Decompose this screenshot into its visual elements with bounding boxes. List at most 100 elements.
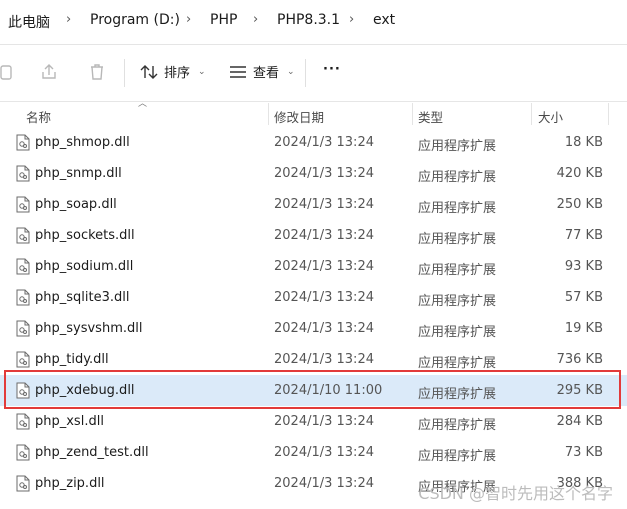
breadcrumb-php831[interactable]: PHP8.3.1	[277, 12, 340, 28]
chevron-down-icon: ⌄	[198, 66, 206, 77]
column-type[interactable]: 类型	[418, 107, 443, 126]
view-icon	[230, 65, 246, 78]
file-row[interactable]: php_xdebug.dll 2024/1/10 11:00 应用程序扩展 295 K…	[0, 375, 627, 406]
file-size: 736 KB	[556, 352, 603, 367]
file-type: 应用程序扩展	[418, 356, 497, 371]
sort-icon	[140, 64, 158, 79]
file-type: 应用程序扩展	[418, 294, 497, 309]
dll-file-icon	[16, 444, 30, 465]
column-size[interactable]: 大小	[538, 107, 563, 126]
copy-icon[interactable]	[0, 63, 14, 85]
file-type: 应用程序扩展	[418, 263, 497, 278]
watermark: CSDN @智时先用这个名字	[418, 484, 613, 503]
column-divider[interactable]	[608, 103, 609, 125]
file-size: 295 KB	[556, 383, 603, 398]
dll-file-icon	[16, 134, 30, 155]
file-row[interactable]: php_tidy.dll 2024/1/3 13:24 应用程序扩展 736 KB	[0, 344, 627, 375]
file-size: 77 KB	[564, 228, 603, 243]
file-name: php_zend_test.dll	[35, 445, 149, 460]
view-button[interactable]: 查看 ⌄	[229, 62, 295, 81]
file-type: 应用程序扩展	[418, 232, 497, 247]
file-name: php_sysvshm.dll	[35, 321, 143, 336]
file-date: 2024/1/3 13:24	[274, 197, 374, 212]
dll-file-icon	[16, 351, 30, 372]
column-divider[interactable]	[412, 103, 413, 125]
dll-file-icon	[16, 289, 30, 310]
file-date: 2024/1/3 13:24	[274, 414, 374, 429]
file-size: 73 KB	[564, 445, 603, 460]
file-size: 19 KB	[564, 321, 603, 336]
toolbar-divider	[124, 59, 125, 87]
share-icon[interactable]	[40, 63, 58, 85]
file-row[interactable]: php_zend_test.dll 2024/1/3 13:24 应用程序扩展 73 …	[0, 437, 627, 468]
dll-file-icon	[16, 475, 30, 496]
chevron-right-icon: ›	[349, 12, 355, 27]
file-date: 2024/1/3 13:24	[274, 259, 374, 274]
breadcrumb-ext[interactable]: ext	[373, 12, 395, 28]
breadcrumb-php[interactable]: PHP	[210, 12, 237, 28]
chevron-right-icon: ›	[186, 12, 192, 27]
dll-file-icon	[16, 382, 30, 403]
column-header: 名称 修改日期 类型 大小	[0, 101, 627, 127]
file-name: php_soap.dll	[35, 197, 117, 212]
file-type: 应用程序扩展	[418, 418, 497, 433]
file-date: 2024/1/3 13:24	[274, 445, 374, 460]
column-divider[interactable]	[268, 103, 269, 125]
dll-file-icon	[16, 227, 30, 248]
file-row[interactable]: php_sqlite3.dll 2024/1/3 13:24 应用程序扩展 57 KB	[0, 282, 627, 313]
file-type: 应用程序扩展	[418, 325, 497, 340]
file-list: php_shmop.dll 2024/1/3 13:24 应用程序扩展 18 KB ph…	[0, 127, 627, 499]
chevron-right-icon: ›	[253, 12, 259, 27]
chevron-down-icon: ⌄	[287, 66, 295, 77]
file-name: php_shmop.dll	[35, 135, 130, 150]
file-type: 应用程序扩展	[418, 449, 497, 464]
file-type: 应用程序扩展	[418, 387, 497, 402]
file-name: php_xsl.dll	[35, 414, 104, 429]
file-date: 2024/1/3 13:24	[274, 321, 374, 336]
breadcrumb-this-pc[interactable]: 此电脑	[8, 12, 50, 32]
column-date[interactable]: 修改日期	[274, 107, 324, 126]
toolbar-divider	[305, 59, 306, 87]
dll-file-icon	[16, 413, 30, 434]
file-name: php_sodium.dll	[35, 259, 134, 274]
file-size: 93 KB	[564, 259, 603, 274]
file-date: 2024/1/3 13:24	[274, 476, 374, 491]
file-size: 57 KB	[564, 290, 603, 305]
file-type: 应用程序扩展	[418, 139, 497, 154]
chevron-right-icon: ›	[66, 12, 72, 27]
file-size: 420 KB	[556, 166, 603, 181]
dll-file-icon	[16, 165, 30, 186]
more-options-button[interactable]: ···	[323, 62, 341, 77]
column-name[interactable]: 名称	[26, 107, 51, 126]
dll-file-icon	[16, 320, 30, 341]
file-size: 284 KB	[556, 414, 603, 429]
breadcrumb-drive[interactable]: Program (D:)	[90, 12, 180, 28]
file-name: php_snmp.dll	[35, 166, 122, 181]
file-row[interactable]: php_sysvshm.dll 2024/1/3 13:24 应用程序扩展 19 KB	[0, 313, 627, 344]
file-size: 250 KB	[556, 197, 603, 212]
file-date: 2024/1/3 13:24	[274, 352, 374, 367]
dll-file-icon	[16, 196, 30, 217]
file-name: php_tidy.dll	[35, 352, 109, 367]
file-row[interactable]: php_snmp.dll 2024/1/3 13:24 应用程序扩展 420 KB	[0, 158, 627, 189]
file-name: php_zip.dll	[35, 476, 105, 491]
file-date: 2024/1/3 13:24	[274, 228, 374, 243]
file-row[interactable]: php_sodium.dll 2024/1/3 13:24 应用程序扩展 93 KB	[0, 251, 627, 282]
file-date: 2024/1/10 11:00	[274, 383, 383, 398]
file-type: 应用程序扩展	[418, 201, 497, 216]
command-bar: 排序 ⌄ 查看 ⌄ ···	[0, 45, 627, 102]
column-divider[interactable]	[531, 103, 532, 125]
file-row[interactable]: php_soap.dll 2024/1/3 13:24 应用程序扩展 250 KB	[0, 189, 627, 220]
file-date: 2024/1/3 13:24	[274, 166, 374, 181]
file-name: php_xdebug.dll	[35, 383, 135, 398]
sort-button[interactable]: 排序 ⌄	[140, 62, 206, 81]
file-name: php_sockets.dll	[35, 228, 135, 243]
file-row[interactable]: php_sockets.dll 2024/1/3 13:24 应用程序扩展 77 KB	[0, 220, 627, 251]
dll-file-icon	[16, 258, 30, 279]
file-row[interactable]: php_xsl.dll 2024/1/3 13:24 应用程序扩展 284 KB	[0, 406, 627, 437]
file-row[interactable]: php_shmop.dll 2024/1/3 13:24 应用程序扩展 18 KB	[0, 127, 627, 158]
file-date: 2024/1/3 13:24	[274, 135, 374, 150]
delete-icon[interactable]	[89, 63, 105, 85]
sort-label: 排序	[164, 66, 191, 81]
address-bar[interactable]: 此电脑 › Program (D:) › PHP › PHP8.3.1 › ex…	[0, 0, 627, 45]
